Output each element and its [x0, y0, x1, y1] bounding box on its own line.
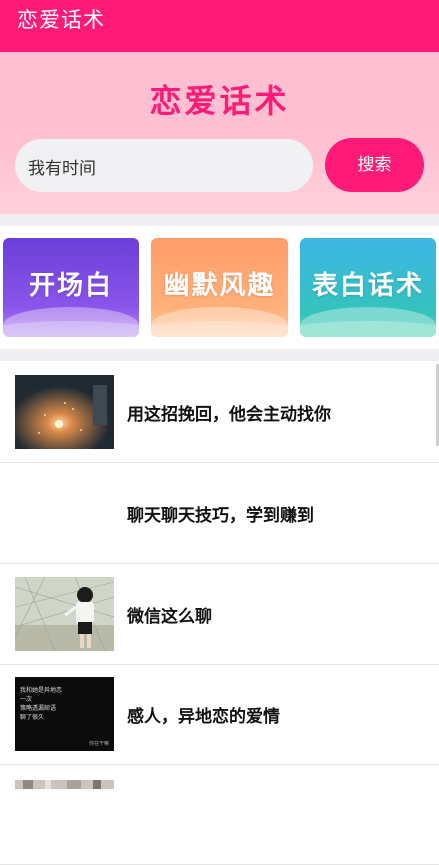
- article-title: 用这招挽回，他会主动找你: [127, 405, 331, 425]
- category-card-opening-lines[interactable]: 开场白: [3, 238, 139, 337]
- section-divider: [0, 349, 439, 361]
- article-title: 聊天聊天技巧，学到赚到: [127, 506, 314, 526]
- thumb-text-line: 我和她是异地恋: [20, 687, 63, 694]
- article-title: 微信这么聊: [127, 607, 212, 627]
- category-label: 开场白: [28, 271, 113, 301]
- article-item[interactable]: 微信这么聊: [0, 564, 439, 665]
- category-label: 幽默风趣: [163, 271, 276, 301]
- article-thumbnail-girl: [15, 577, 114, 651]
- app-bar: 恋爱话术: [0, 0, 439, 52]
- thumb-text-line: 聊了很久: [20, 714, 45, 721]
- category-card-humor[interactable]: 幽默风趣: [151, 238, 288, 337]
- article-title: 感人，异地恋的爱情: [127, 707, 280, 727]
- section-divider: [0, 214, 439, 226]
- article-thumbnail-partial: [15, 777, 114, 789]
- hero-title: 恋爱话术: [149, 82, 290, 120]
- article-item[interactable]: 聊天聊天技巧，学到赚到: [0, 463, 439, 564]
- article-thumbnail-sparkler: [15, 375, 114, 449]
- thumb-text-line: 一次: [20, 696, 33, 703]
- search-input-value: 我有时间: [28, 159, 96, 179]
- category-card-confession[interactable]: 表白话术: [300, 238, 436, 337]
- category-label: 表白话术: [311, 271, 424, 301]
- thumb-text-line: 策略透漏邮语: [20, 705, 57, 712]
- thumb-caption: 你在干嘛: [88, 741, 109, 747]
- article-item[interactable]: 用这招挽回，他会主动找你: [0, 362, 439, 463]
- search-input[interactable]: 我有时间: [15, 139, 313, 192]
- article-thumbnail-quote: 我和她是异地恋 一次 策略透漏邮语 聊了很久 你在干嘛: [15, 677, 114, 751]
- hero-banner: 恋爱话术 我有时间 搜索: [0, 52, 439, 214]
- article-item[interactable]: [0, 764, 439, 865]
- app-title: 恋爱话术: [17, 8, 105, 32]
- article-item[interactable]: 我和她是异地恋 一次 策略透漏邮语 聊了很久 你在干嘛 感人，异地恋的爱情: [0, 664, 439, 765]
- search-button[interactable]: 搜索: [325, 138, 424, 192]
